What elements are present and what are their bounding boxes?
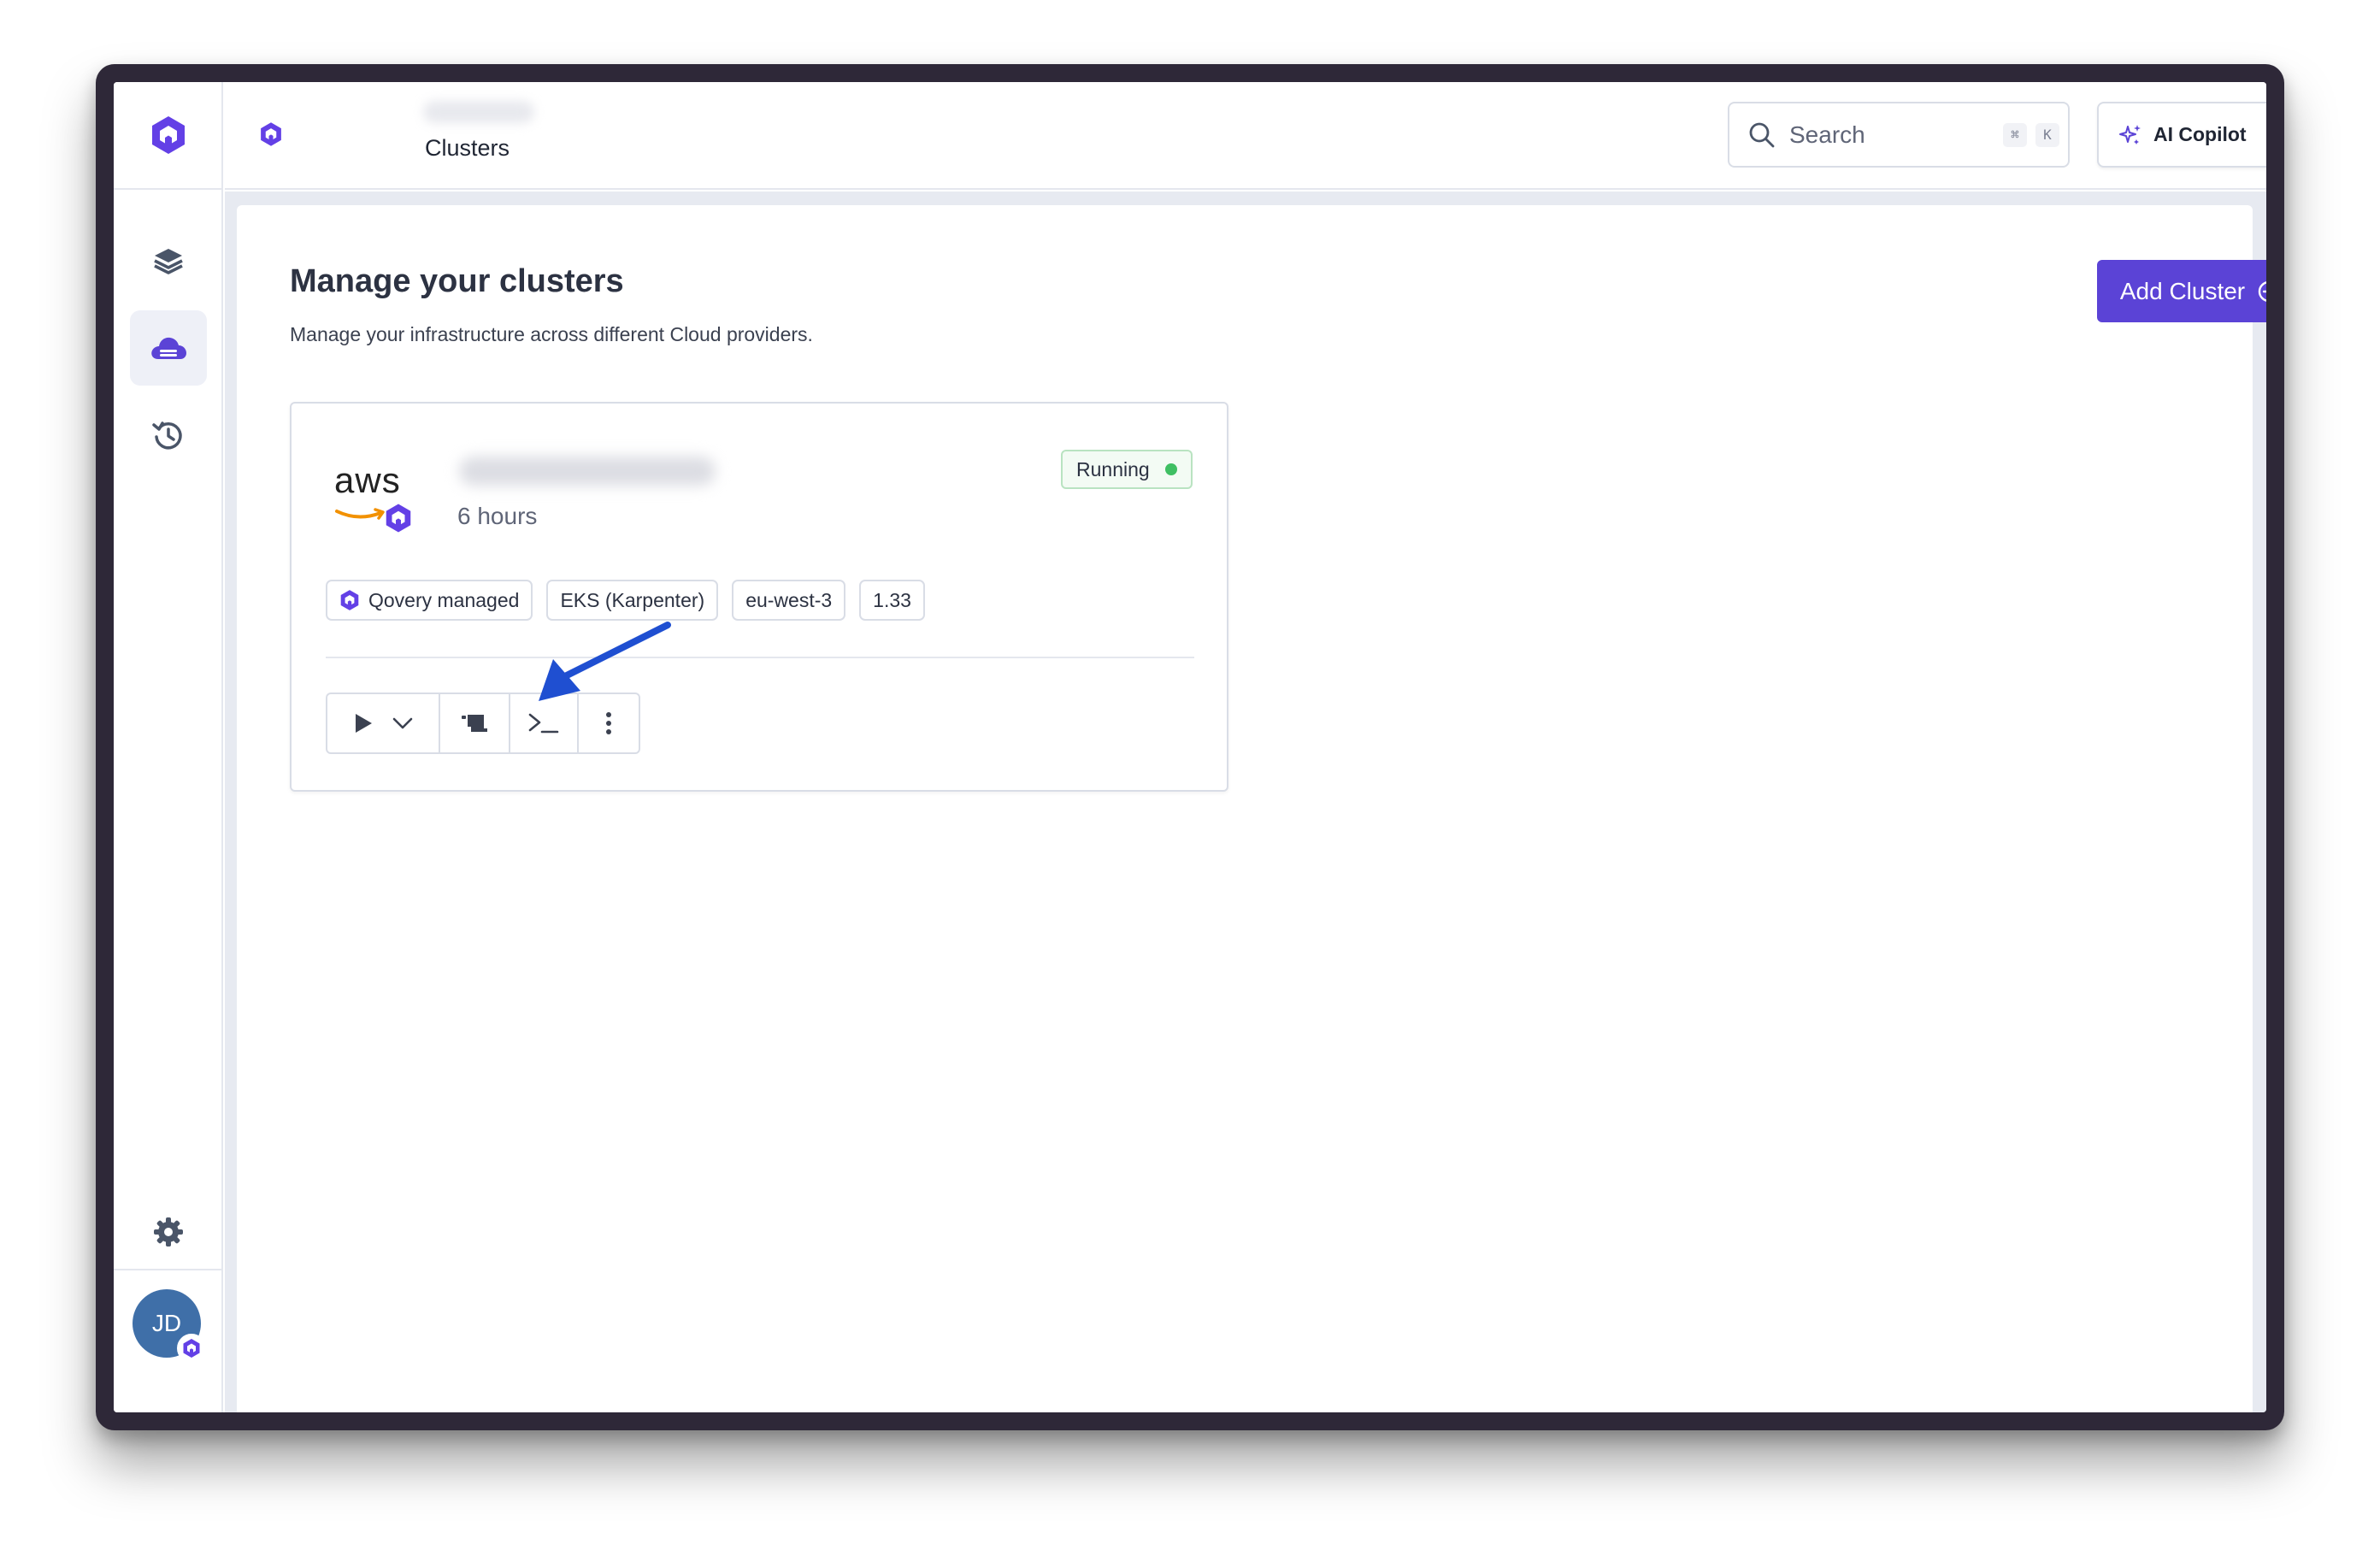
logs-button[interactable] <box>440 694 510 752</box>
main-panel: Manage your clusters Manage your infrast… <box>237 205 2266 1412</box>
sidebar-item-projects[interactable] <box>130 223 207 298</box>
tag-qovery-managed: Qovery managed <box>326 580 533 621</box>
more-options-button[interactable] <box>579 694 639 752</box>
card-divider <box>326 657 1194 658</box>
search-input[interactable]: Search ⌘ K <box>1728 102 2070 168</box>
device-frame: JD Clusters Search ⌘ K AI Copilot Manage… <box>96 64 2284 1430</box>
layers-icon <box>154 249 183 274</box>
qovery-logo-icon <box>340 590 359 610</box>
tag-kubernetes-version: 1.33 <box>859 580 925 621</box>
tag-region: eu-west-3 <box>732 580 846 621</box>
shortcut-key: K <box>2035 122 2059 147</box>
ai-copilot-button[interactable]: AI Copilot ⌘ i <box>2097 102 2266 168</box>
tag-label: 1.33 <box>873 588 911 611</box>
page-title: Manage your clusters <box>290 263 624 299</box>
sidebar-nav <box>114 223 223 485</box>
cluster-tags: Qovery managed EKS (Karpenter) eu-west-3… <box>326 580 925 621</box>
status-badge: Running <box>1061 450 1193 489</box>
search-icon <box>1749 122 1775 147</box>
add-cluster-button[interactable]: Add Cluster <box>2097 260 2266 322</box>
qovery-logo-icon <box>386 504 411 533</box>
qovery-logo-icon <box>261 122 281 146</box>
cluster-action-bar <box>326 693 640 754</box>
sidebar-footer: JD <box>114 1269 223 1412</box>
status-label: Running <box>1076 457 1150 480</box>
top-header: Clusters Search ⌘ K AI Copilot ⌘ i <box>225 82 2266 190</box>
plus-circle-icon <box>2258 280 2266 302</box>
logs-scroll-icon <box>462 715 487 732</box>
shortcut-key: ⌘ <box>2003 122 2027 147</box>
aws-logo: aws <box>334 460 420 537</box>
app-logo[interactable] <box>114 82 223 190</box>
terminal-button[interactable] <box>510 694 579 752</box>
ai-copilot-label: AI Copilot <box>2153 123 2247 145</box>
sparkles-icon <box>2119 124 2141 144</box>
app-window: JD Clusters Search ⌘ K AI Copilot Manage… <box>114 82 2266 1412</box>
terminal-icon <box>528 713 559 734</box>
sidebar-item-clusters[interactable] <box>130 310 207 386</box>
add-cluster-label: Add Cluster <box>2119 277 2246 304</box>
more-vertical-icon <box>606 712 611 734</box>
cluster-card[interactable]: aws 6 hours Running Qovery managed EKS (… <box>290 402 1228 792</box>
avatar-org-badge <box>177 1334 206 1363</box>
tag-cluster-type: EKS (Karpenter) <box>546 580 719 621</box>
page-subtitle: Manage your infrastructure across differ… <box>290 323 813 345</box>
sidebar-item-settings[interactable] <box>130 1194 207 1270</box>
qovery-logo-icon <box>152 116 185 154</box>
cluster-age: 6 hours <box>457 503 538 529</box>
history-icon <box>152 421 182 450</box>
organization-name-redacted <box>423 101 534 123</box>
tag-label: Qovery managed <box>368 588 520 611</box>
deploy-dropdown-button[interactable] <box>327 694 440 752</box>
sidebar-item-history[interactable] <box>130 398 207 473</box>
chevron-down-icon <box>392 717 413 729</box>
aws-logo-text: aws <box>334 460 401 500</box>
gear-icon <box>154 1217 183 1247</box>
status-dot <box>1164 463 1177 475</box>
qovery-badge <box>384 503 413 538</box>
qovery-logo-icon <box>183 1339 200 1358</box>
play-icon <box>356 714 372 733</box>
tag-label: EKS (Karpenter) <box>560 588 705 611</box>
sidebar: JD <box>114 82 223 1412</box>
search-placeholder: Search <box>1789 121 1865 148</box>
organization-switcher[interactable] <box>259 121 283 151</box>
avatar-initials: JD <box>151 1310 182 1336</box>
cloud-cluster-icon <box>151 337 186 359</box>
aws-smile-icon <box>335 508 385 520</box>
cluster-name-redacted <box>459 457 716 486</box>
tag-label: eu-west-3 <box>745 588 833 611</box>
page-breadcrumb: Clusters <box>425 135 510 161</box>
